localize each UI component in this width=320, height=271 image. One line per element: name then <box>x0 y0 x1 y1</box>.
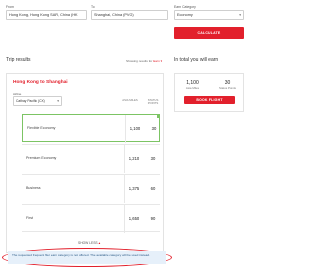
showing-results-text: Showing results for <box>126 59 153 63</box>
chevron-down-icon: ▾ <box>239 13 241 17</box>
cabin-label: Earn Category <box>174 5 196 9</box>
cabin-select[interactable]: Economy ▾ <box>174 10 244 20</box>
to-label: To <box>91 5 95 9</box>
calculate-button[interactable]: CALCULATE <box>174 27 244 39</box>
fare-row-selected[interactable]: Flexible Economy 1,100 30 <box>22 114 160 143</box>
fare-row-label: First <box>26 216 33 220</box>
fare-row-points: 90 <box>150 216 156 221</box>
chevron-up-icon: ▴ <box>98 241 101 245</box>
fare-row-label: Business <box>26 186 41 190</box>
from-label: From <box>6 5 14 9</box>
show-less-link[interactable]: SHOW LESS ▴ <box>78 241 100 245</box>
fare-row-points: 30 <box>151 126 157 131</box>
fare-row[interactable]: Business 1,375 60 <box>22 174 160 203</box>
earn-summary-panel: 1,100 Asia Miles 30 Status Points BOOK F… <box>174 73 244 112</box>
book-flight-button[interactable]: BOOK FLIGHT <box>184 96 235 104</box>
showing-results-filter[interactable]: Showing results for Earn ▾ <box>126 59 162 63</box>
selected-check-icon <box>157 115 160 118</box>
chevron-down-icon: ▾ <box>57 99 59 103</box>
earn-points-label: Status Points <box>218 86 237 90</box>
airline-select-value: Cathay Pacific (CX) <box>16 99 45 103</box>
showing-results-value: Earn <box>153 59 160 63</box>
to-field[interactable]: Shanghai, China (PVG) <box>91 10 168 20</box>
earn-title: In total you will earn <box>174 57 219 63</box>
earn-category-notice: The requested frequent flier earn catego… <box>8 251 166 264</box>
fare-row-miles: 1,100 <box>129 126 141 131</box>
fare-row-label: Premium Economy <box>26 156 57 160</box>
fare-row-points: 60 <box>150 186 156 191</box>
chevron-down-icon: ▾ <box>160 59 163 63</box>
fare-row-label: Flexible Economy <box>27 126 56 130</box>
fare-row[interactable]: Premium Economy 1,210 30 <box>22 144 160 173</box>
earn-miles-label: Asia Miles <box>185 86 200 90</box>
col-asia-miles: ASIA MILES <box>122 98 138 102</box>
fare-row[interactable]: First 1,650 90 <box>22 204 160 233</box>
fare-row-miles: 1,210 <box>128 156 140 161</box>
cabin-select-value: Economy <box>177 13 193 17</box>
show-less-label: SHOW LESS <box>78 241 98 245</box>
from-field[interactable]: Hong Kong, Hong Kong SAR, China (HK <box>6 10 87 20</box>
route-title: Hong Kong to Shanghai <box>13 80 68 85</box>
fare-row-points: 30 <box>150 156 156 161</box>
airline-select[interactable]: Cathay Pacific (CX) ▾ <box>13 96 62 106</box>
fare-row-miles: 1,650 <box>128 216 140 221</box>
fare-row-miles: 1,375 <box>128 186 140 191</box>
col-status-points: STATUS POINTS <box>147 98 159 106</box>
trip-results-title: Trip results <box>6 57 31 63</box>
